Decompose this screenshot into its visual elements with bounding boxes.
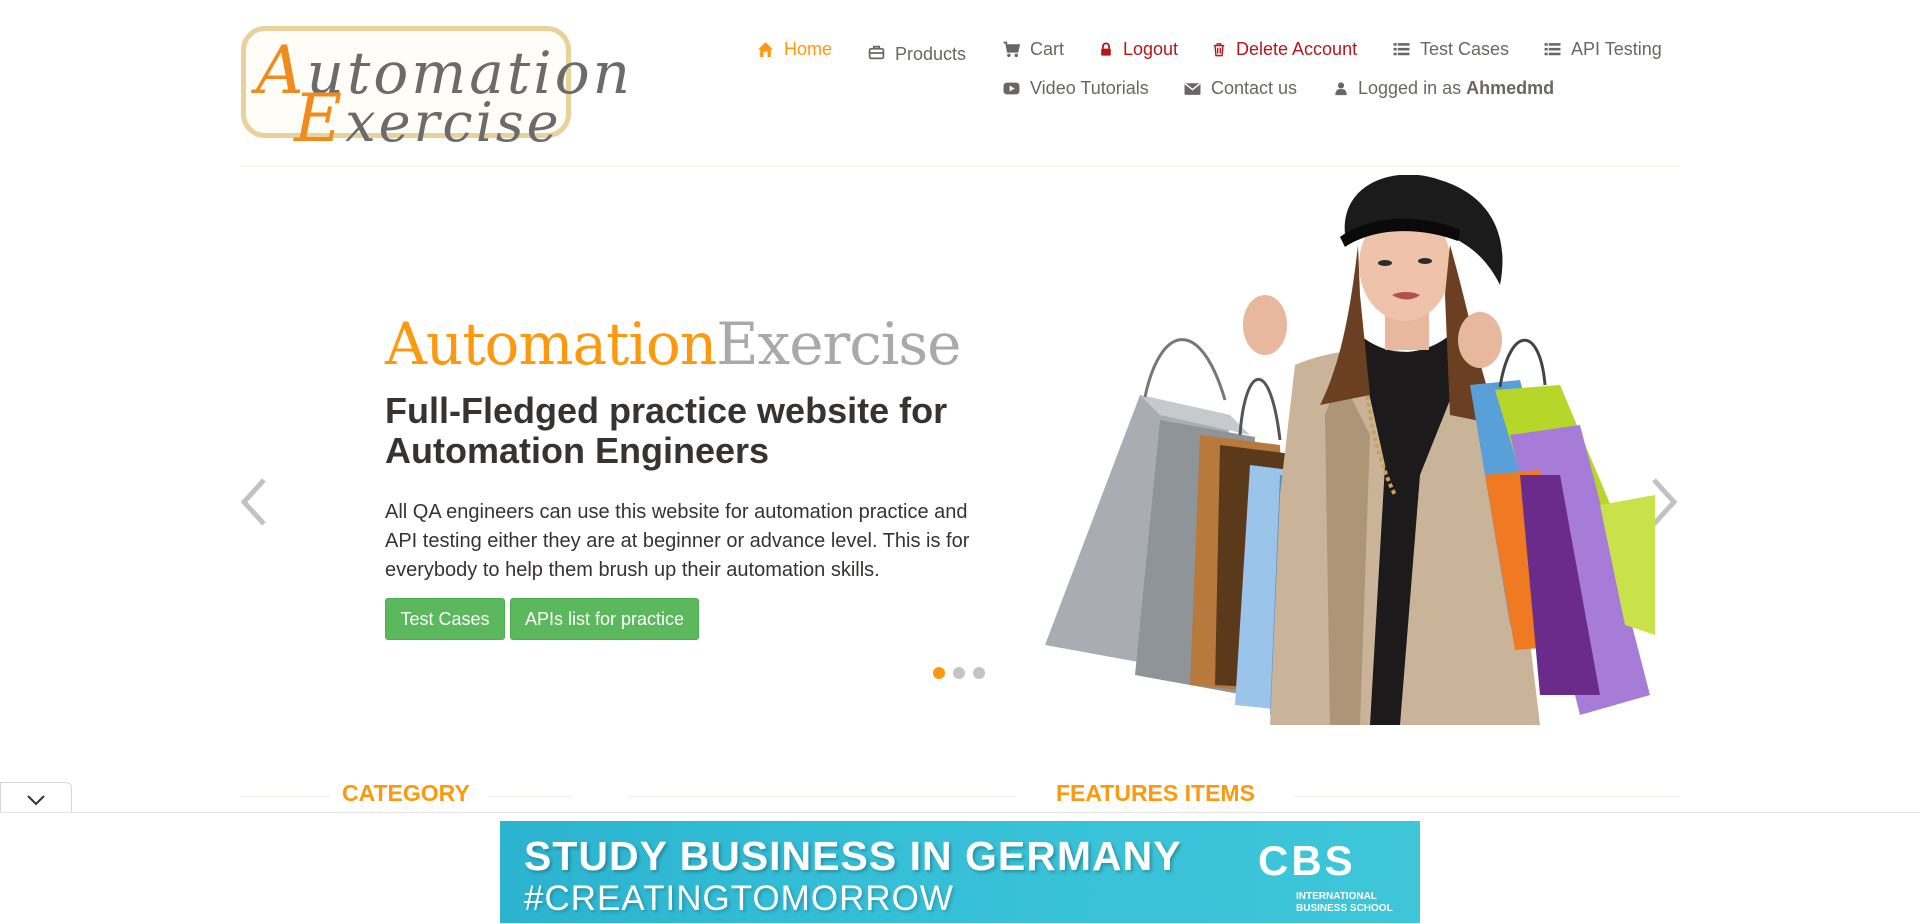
apis-list-button[interactable]: APIs list for practice xyxy=(510,598,699,640)
carousel-indicators xyxy=(933,667,985,679)
logged-in-prefix: Logged in as xyxy=(1358,78,1462,98)
test-cases-button[interactable]: Test Cases xyxy=(385,598,505,640)
ad-collapse-toggle[interactable] xyxy=(0,782,72,814)
nav-video-tutorials-label: Video Tutorials xyxy=(1030,78,1149,98)
trash-icon xyxy=(1213,43,1225,57)
carousel-prev-button[interactable] xyxy=(234,474,274,530)
nav-products[interactable]: Products xyxy=(868,40,966,65)
nav-cart[interactable]: Cart xyxy=(1003,39,1064,60)
youtube-icon xyxy=(1003,82,1020,95)
nav-delete-account[interactable]: Delete Account xyxy=(1212,39,1357,60)
nav-cart-label: Cart xyxy=(1030,39,1065,59)
hero-brand: AutomationExercise xyxy=(385,310,961,378)
header-divider xyxy=(240,166,1680,167)
nav-video-tutorials[interactable]: Video Tutorials xyxy=(1003,78,1149,99)
nav-logged-in[interactable]: Logged in as Ahmedmd xyxy=(1334,78,1554,99)
username: Ahmedmd xyxy=(1466,78,1555,98)
envelope-icon xyxy=(1184,83,1201,95)
nav-contact-us-label: Contact us xyxy=(1211,78,1298,98)
ad-logo: CBS xyxy=(1258,837,1356,884)
lock-icon xyxy=(1101,42,1111,56)
chevron-down-icon xyxy=(27,795,45,806)
nav-home-label: Home xyxy=(784,39,833,59)
hero-description: All QA engineers can use this website fo… xyxy=(385,501,970,581)
logo-line-2: Exercise xyxy=(294,80,562,157)
nav-api-testing[interactable]: API Testing xyxy=(1544,39,1662,60)
ad-logo-subtitle: INTERNATIONAL BUSINESS SCHOOL xyxy=(1296,891,1393,914)
site-logo[interactable]: Automation Exercise xyxy=(241,26,630,157)
ad-headline: STUDY BUSINESS IN GERMANY xyxy=(524,833,1182,879)
category-title: Category xyxy=(342,780,470,806)
hero-brand-part1: Automation xyxy=(385,310,717,378)
list-icon xyxy=(1544,43,1561,56)
home-icon xyxy=(758,42,773,57)
hero-brand-part2: Exercise xyxy=(716,310,961,378)
cart-icon xyxy=(1003,41,1020,58)
carousel-indicator-1[interactable] xyxy=(933,667,945,679)
features-divider-right xyxy=(1294,796,1680,797)
ad-banner[interactable]: STUDY BUSINESS IN GERMANY #CREATINGTOMOR… xyxy=(500,821,1420,923)
features-divider-left xyxy=(628,796,1014,797)
ad-tagline: #CREATINGTOMORROW xyxy=(524,879,954,918)
carousel-indicator-3[interactable] xyxy=(973,667,985,679)
user-icon xyxy=(1335,82,1347,96)
hero-image-shopping-girl xyxy=(1045,175,1655,725)
briefcase-icon xyxy=(868,45,885,60)
nav-test-cases-label: Test Cases xyxy=(1420,39,1510,59)
category-divider-left xyxy=(240,796,330,797)
carousel-indicator-2[interactable] xyxy=(953,667,965,679)
hero-title: Full-Fledged practice website for Automa… xyxy=(385,390,948,471)
nav-test-cases[interactable]: Test Cases xyxy=(1393,39,1509,60)
nav-contact-us[interactable]: Contact us xyxy=(1184,78,1297,99)
nav-logout[interactable]: Logout xyxy=(1099,39,1178,60)
chevron-left-icon xyxy=(240,478,266,526)
category-divider-right xyxy=(490,796,572,797)
features-items-title: Features Items xyxy=(1056,780,1255,806)
nav-logout-label: Logout xyxy=(1123,39,1179,59)
list-icon xyxy=(1393,43,1410,56)
nav-logged-in-label: Logged in as Ahmedmd xyxy=(1358,78,1554,99)
nav-products-label: Products xyxy=(895,44,967,64)
nav-home[interactable]: Home xyxy=(757,39,832,60)
nav-api-testing-label: API Testing xyxy=(1571,39,1662,59)
nav-delete-account-label: Delete Account xyxy=(1236,39,1358,59)
